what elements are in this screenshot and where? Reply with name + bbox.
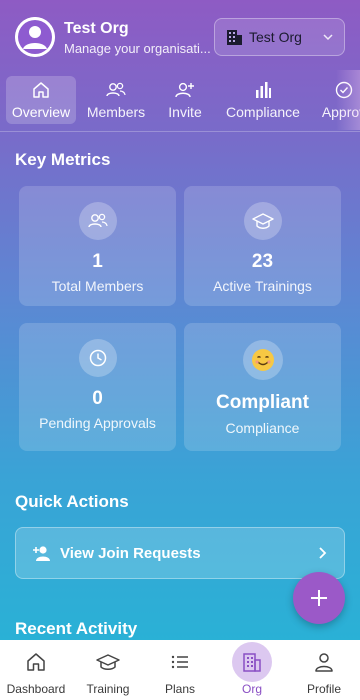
tab-label: Compliance [226,104,300,120]
tab-invite[interactable]: Invite [158,76,212,124]
org-name: Test Org [64,20,129,37]
nav-org[interactable]: Org [216,640,288,700]
home-icon [33,82,49,98]
users-icon [87,213,108,228]
org-selector[interactable]: Test Org [214,18,345,56]
metric-card-compliance[interactable]: Compliant Compliance [184,323,341,451]
graduation-cap-icon [251,213,274,229]
nav-profile[interactable]: Profile [288,640,360,700]
tab-label: Overview [11,104,71,120]
metric-card-total-members[interactable]: 1 Total Members [19,186,176,306]
metric-label: Active Trainings [213,278,312,294]
recent-activity-title: Recent Activity [15,619,138,638]
home-icon [27,653,45,671]
user-plus-icon [33,546,50,561]
bottom-navigation: Dashboard Training Plans Org Profile [0,640,360,700]
nav-label: Profile [306,682,341,696]
nav-icon-wrap [313,649,335,675]
tab-members[interactable]: Members [82,76,150,124]
user-plus-icon [175,82,194,98]
chevron-down-icon [323,34,333,41]
nav-label: Plans [164,682,196,696]
metric-value: 0 [92,388,103,409]
plus-icon [311,590,327,606]
metric-icon-wrap [78,202,117,240]
nav-label: Dashboard [6,682,66,696]
nav-icon-wrap [25,649,47,675]
metric-value: 23 [251,251,274,272]
tab-compliance[interactable]: Compliance [222,76,304,124]
app-header: Test Org Manage your organisati... Test … [0,0,360,76]
building-icon [227,30,242,45]
metric-card-active-trainings[interactable]: 23 Active Trainings [184,186,341,306]
nav-icon-wrap [96,649,120,675]
action-label: View Join Requests [60,544,201,562]
graduation-cap-icon [96,654,120,670]
metric-icon-wrap [243,202,282,240]
metric-icon-wrap [242,340,283,380]
metric-card-pending-approvals[interactable]: 0 Pending Approvals [19,323,176,451]
metric-value: 1 [92,251,103,272]
nav-icon-wrap [232,642,272,682]
quick-actions-title: Quick Actions [15,492,129,511]
nav-dashboard[interactable]: Dashboard [0,640,72,700]
clock-icon [89,349,106,367]
list-icon [171,655,188,669]
bar-chart-icon [256,82,271,98]
person-icon [315,653,333,672]
tab-label: Invite [168,104,202,120]
key-metrics-title: Key Metrics [15,150,111,169]
tab-label: Members [86,104,146,120]
tab-overview[interactable]: Overview [6,76,76,124]
nav-training[interactable]: Training [72,640,144,700]
nav-plans[interactable]: Plans [144,640,216,700]
tabs-divider [0,131,360,132]
nav-label: Training [86,682,130,696]
metric-value: Compliant [216,392,309,413]
metric-icon-wrap [78,339,117,377]
metric-label: Compliance [225,420,300,436]
org-tabs: Overview Members Invite Compliance [0,70,360,130]
nav-label: Org [241,682,262,696]
org-selector-label: Test Org [249,29,302,45]
view-join-requests-button[interactable]: View Join Requests [15,527,345,579]
smiley-icon [251,349,274,371]
add-fab-button[interactable] [293,572,345,624]
chevron-right-icon [319,547,327,559]
person-avatar-icon [15,17,55,57]
users-icon [106,82,126,97]
metric-label: Total Members [51,278,144,294]
avatar[interactable] [15,17,55,57]
metric-label: Pending Approvals [39,415,156,431]
tabs-scroll-fade [336,70,360,130]
nav-icon-wrap [169,649,191,675]
org-subtitle: Manage your organisati... [64,41,211,56]
building-icon [243,653,261,672]
